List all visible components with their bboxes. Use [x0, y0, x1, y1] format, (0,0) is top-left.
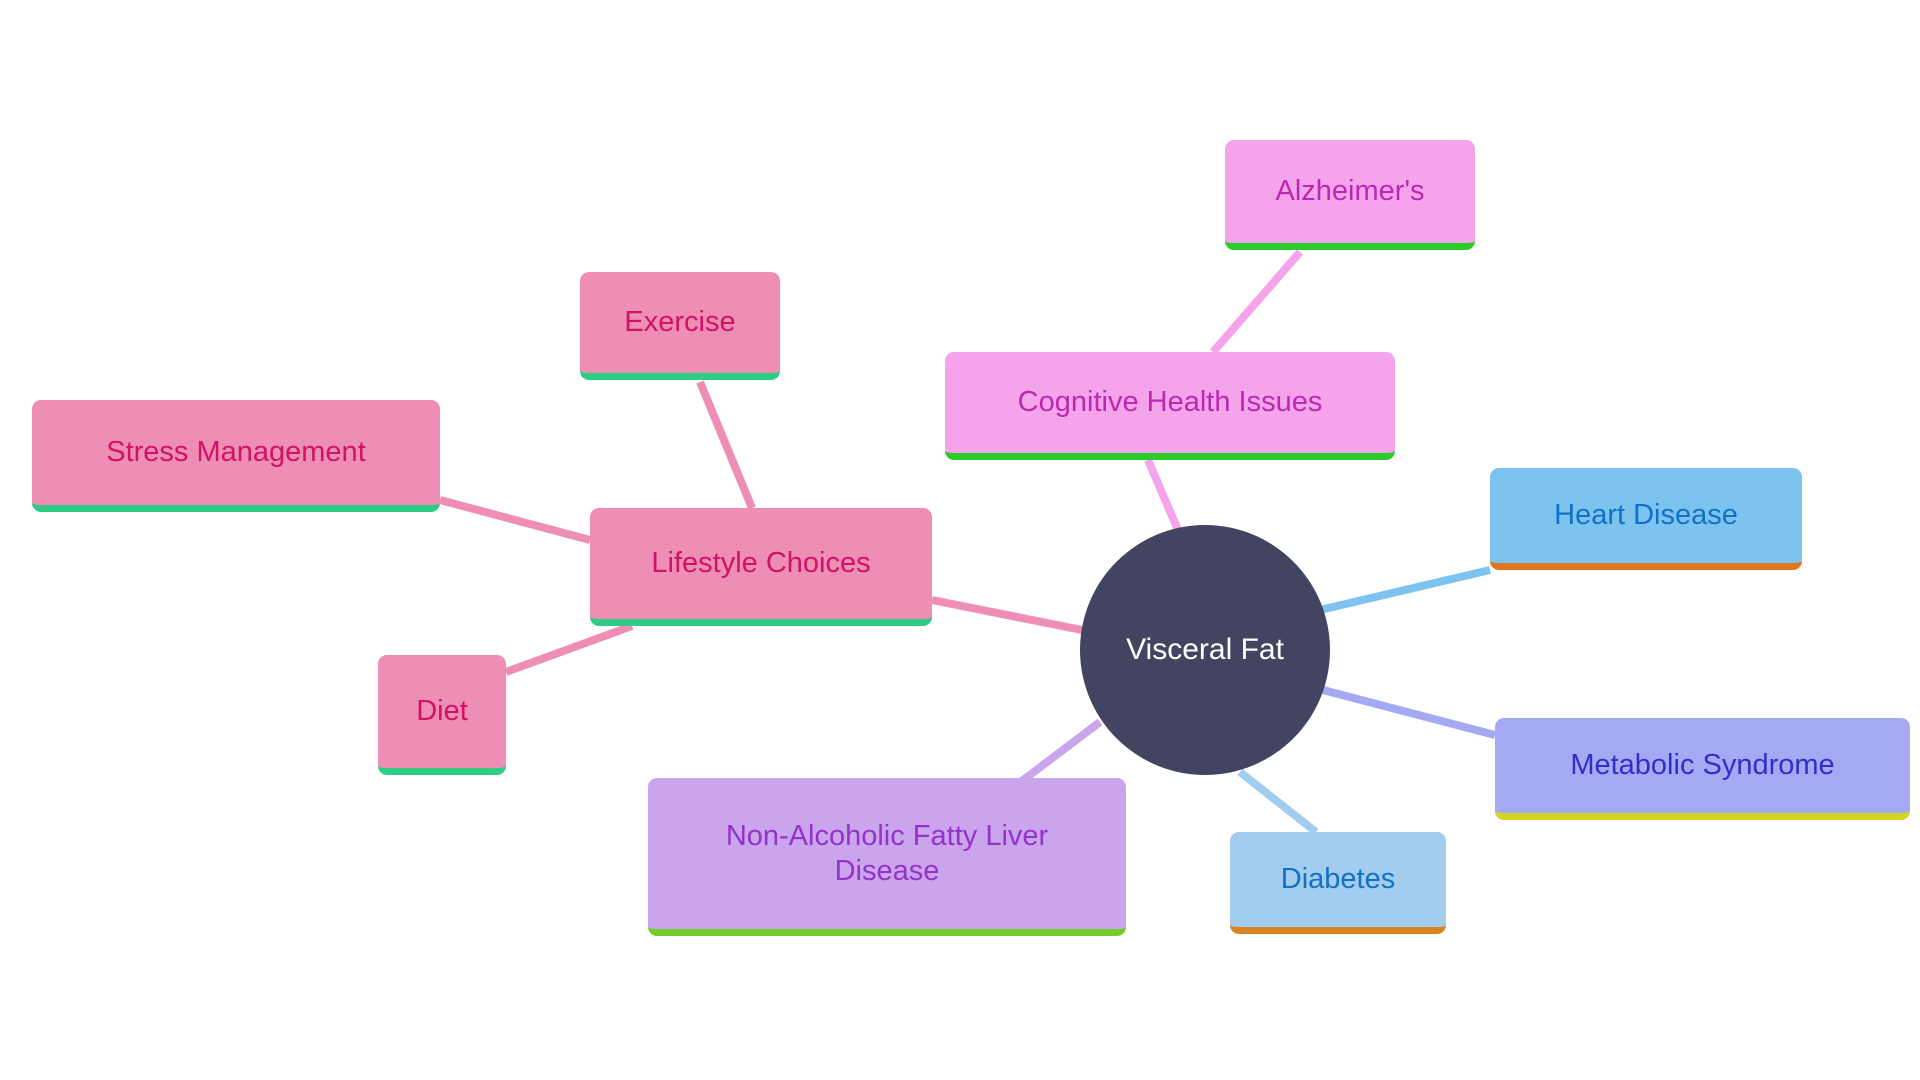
node-cognitive-health-issues[interactable]: Cognitive Health Issues: [945, 352, 1395, 460]
node-metabolic-syndrome[interactable]: Metabolic Syndrome: [1495, 718, 1910, 820]
mindmap-canvas: Visceral Fat Alzheimer's Cognitive Health …: [0, 0, 1920, 1080]
node-label-visceral-fat: Visceral Fat: [1126, 633, 1284, 667]
edge-visceral-fat-metabolic-syndrome: [1321, 686, 1497, 739]
node-diet[interactable]: Diet: [378, 655, 506, 775]
node-label-lifestyle-choices: Lifestyle Choices: [651, 547, 871, 580]
node-alzheimers[interactable]: Alzheimer's: [1225, 140, 1475, 250]
edge-visceral-fat-cognitive-health-issues: [1144, 458, 1182, 532]
node-label-cognitive-health-issues: Cognitive Health Issues: [1017, 386, 1323, 419]
node-label-stress-management: Stress Management: [106, 436, 366, 469]
node-label-diabetes: Diabetes: [1280, 863, 1396, 896]
edge-cognitive-health-issues-alzheimers: [1209, 249, 1304, 355]
edge-lifestyle-choices-diet: [504, 622, 634, 676]
edge-visceral-fat-diabetes: [1237, 768, 1319, 836]
edge-lifestyle-choices-exercise: [696, 380, 756, 510]
node-lifestyle-choices[interactable]: Lifestyle Choices: [590, 508, 932, 626]
node-label-metabolic-syndrome: Metabolic Syndrome: [1570, 749, 1835, 782]
node-label-alzheimers: Alzheimer's: [1275, 175, 1425, 208]
node-exercise[interactable]: Exercise: [580, 272, 780, 380]
edge-visceral-fat-heart-disease: [1319, 566, 1491, 614]
node-nafld[interactable]: Non-Alcoholic Fatty Liver Disease: [648, 778, 1126, 936]
node-stress-management[interactable]: Stress Management: [32, 400, 440, 512]
node-visceral-fat[interactable]: Visceral Fat: [1080, 525, 1330, 775]
node-label-diet: Diet: [416, 695, 468, 728]
node-diabetes[interactable]: Diabetes: [1230, 832, 1446, 934]
node-label-exercise: Exercise: [624, 306, 736, 339]
node-label-nafld: Non-Alcoholic Fatty Liver Disease: [725, 820, 1049, 887]
edge-visceral-fat-lifestyle-choices: [931, 596, 1083, 634]
node-label-heart-disease: Heart Disease: [1554, 499, 1738, 532]
edge-lifestyle-choices-stress-management: [438, 496, 592, 544]
node-heart-disease[interactable]: Heart Disease: [1490, 468, 1802, 570]
